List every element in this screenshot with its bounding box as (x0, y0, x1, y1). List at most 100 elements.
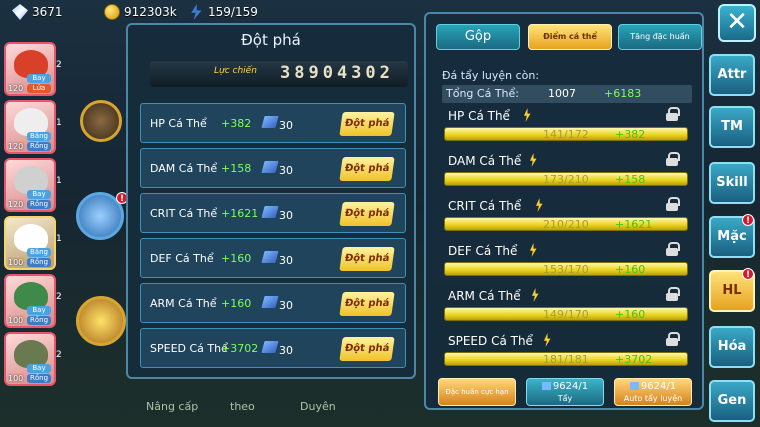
stat-row: CRIT Cá Thể 210/210 +1621 (442, 196, 692, 236)
tab-attr[interactable]: Attr (709, 54, 755, 96)
stat-bonus: +158 (221, 162, 252, 175)
level-label: 100 (8, 258, 24, 267)
stat-bonus: +160 (615, 263, 646, 276)
alert-badge: ! (742, 214, 754, 226)
stat-bar: 173/210 +158 (444, 172, 688, 186)
item-icon[interactable] (80, 100, 122, 142)
stat-row: ARM Cá Thể 149/170 +160 (442, 286, 692, 326)
pokemon-card[interactable]: Bay Lửa 120 (4, 42, 56, 96)
pokemon-card[interactable]: Bay Rồng 100 (4, 274, 56, 328)
level-label: 120 (8, 84, 24, 93)
tab-gen[interactable]: Gen (709, 380, 755, 422)
tab-skill[interactable]: Skill (709, 162, 755, 204)
tab-merge[interactable]: Gộp (436, 24, 520, 50)
energy-counter: 159/159 (188, 4, 258, 20)
stat-name: SPEED Cá Thể (448, 334, 533, 348)
gem-icon (12, 4, 28, 20)
breakthrough-button[interactable]: Đột phá (339, 202, 395, 226)
level-label: 120 (8, 200, 24, 209)
total-value: 1007 (548, 87, 576, 100)
auto-refine-button[interactable]: 9624/1 Auto tẩy luyện (614, 378, 692, 406)
cost-value: 30 (279, 209, 293, 222)
stat-value: 210/210 (543, 218, 589, 231)
stat-name: DAM Cá Thể (150, 162, 218, 175)
breakthrough-row: CRIT Cá Thể +1621 30 Đột phá (140, 193, 406, 233)
book-icon (261, 206, 279, 218)
stat-name: HP Cá Thể (448, 109, 510, 123)
stat-bonus: +1621 (221, 207, 259, 220)
type-tag: Băng (27, 248, 51, 257)
level-label: 100 (8, 374, 24, 383)
stat-name: CRIT Cá Thể (150, 207, 218, 220)
breakthrough-row: HP Cá Thể +382 30 Đột phá (140, 103, 406, 143)
level-label: 100 (8, 316, 24, 325)
cost-value: 30 (279, 254, 293, 267)
type-tag: Lửa (27, 84, 51, 93)
stat-value: 141/172 (543, 128, 589, 141)
stat-bar: 149/170 +160 (444, 307, 688, 321)
count-label: 1 (56, 176, 62, 186)
bond-label[interactable]: Duyên (300, 400, 336, 413)
refine-button[interactable]: 9624/1 Tẩy (526, 378, 604, 406)
stat-name: DEF Cá Thể (448, 244, 518, 258)
cost-value: 30 (279, 119, 293, 132)
breakthrough-button[interactable]: Đột phá (339, 112, 395, 136)
tab-hoa[interactable]: Hóa (709, 326, 755, 368)
energy-icon (191, 4, 202, 20)
pet-icon[interactable] (76, 296, 126, 346)
stat-name: DEF Cá Thể (150, 252, 214, 265)
auto-refine-cost: 9624/1 (615, 381, 691, 392)
stat-bar: 181/181 +3702 (444, 352, 688, 366)
stat-value: 153/170 (543, 263, 589, 276)
close-icon[interactable]: ✕ (718, 4, 756, 42)
type-tag: Rồng (27, 374, 51, 383)
count-label: 2 (56, 350, 62, 360)
upgrade-label[interactable]: Nâng cấp (146, 400, 198, 413)
breakthrough-button[interactable]: Đột phá (339, 337, 395, 361)
type-tag: Bay (27, 306, 51, 315)
pokemon-card[interactable]: Bay Rồng 100 (4, 332, 56, 386)
breakthrough-row: DEF Cá Thể +160 30 Đột phá (140, 238, 406, 278)
gem-counter: 3671 (12, 4, 63, 20)
pokemon-card[interactable]: Bay Rồng 120 (4, 158, 56, 212)
lock-icon[interactable] (666, 287, 680, 301)
breakthrough-button[interactable]: Đột phá (339, 157, 395, 181)
stat-bonus: +160 (221, 252, 252, 265)
power-box: Lực chiến 38904302 (150, 61, 408, 87)
coin-icon (104, 4, 120, 20)
extreme-training-button[interactable]: Đặc huấn cực hạn (438, 378, 516, 406)
breakthrough-button[interactable]: Đột phá (339, 247, 395, 271)
tab-individual-points[interactable]: Điểm cá thể (528, 24, 612, 50)
lock-icon[interactable] (666, 242, 680, 256)
follow-label[interactable]: theo (230, 400, 255, 413)
count-label: 2 (56, 60, 62, 70)
stat-bonus: +160 (615, 308, 646, 321)
stat-bonus: +382 (615, 128, 646, 141)
lock-icon[interactable] (666, 107, 680, 121)
stat-bonus: +158 (615, 173, 646, 186)
lightning-icon (536, 198, 543, 212)
stat-name: CRIT Cá Thể (448, 199, 522, 213)
count-label: 1 (56, 234, 62, 244)
stat-row: DAM Cá Thể 173/210 +158 (442, 151, 692, 191)
stat-bar: 210/210 +1621 (444, 217, 688, 231)
lock-icon[interactable] (666, 197, 680, 211)
stat-name: HP Cá Thể (150, 117, 207, 130)
lock-icon[interactable] (666, 332, 680, 346)
pokemon-card[interactable]: Băng Rồng 120 (4, 100, 56, 154)
breakthrough-button[interactable]: Đột phá (339, 292, 395, 316)
tab-special-training[interactable]: Tăng đặc huấn (618, 24, 702, 50)
tab-tm[interactable]: TM (709, 106, 755, 148)
type-tag: Bay (27, 190, 51, 199)
pokemon-card[interactable]: Băng Rồng 100 (4, 216, 56, 270)
type-tag: Rồng (27, 316, 51, 325)
lock-icon[interactable] (666, 152, 680, 166)
stat-panel: Gộp Điểm cá thể Tăng đặc huấn Đá tẩy luy… (424, 12, 704, 410)
count-label: 1 (56, 118, 62, 128)
type-tag: Rồng (27, 142, 51, 151)
type-tag: Băng (27, 132, 51, 141)
breakthrough-row: SPEED Cá Thể +3702 30 Đột phá (140, 328, 406, 368)
lightning-icon (544, 333, 551, 347)
stat-name: ARM Cá Thể (448, 289, 521, 303)
type-tag: Rồng (27, 200, 51, 209)
